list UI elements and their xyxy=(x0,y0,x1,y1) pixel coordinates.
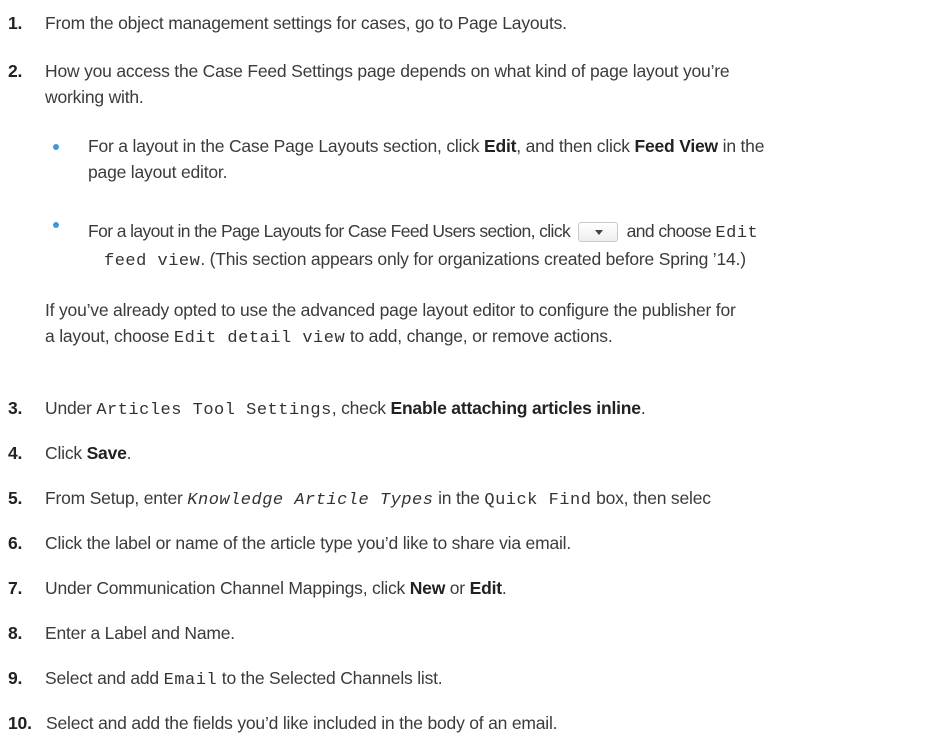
note-line-1: If you’ve already opted to use the advan… xyxy=(45,300,736,320)
note-line-2: a layout, choose Edit detail view to add… xyxy=(45,326,613,348)
edit-label: Edit xyxy=(484,136,517,156)
bullet-2-line2: feed view. (This section appears only fo… xyxy=(104,249,746,271)
step-number: 9. xyxy=(8,668,23,688)
dropdown-menu-button[interactable] xyxy=(578,222,619,243)
step-number: 1. xyxy=(8,13,23,33)
bullet-dot xyxy=(53,222,59,228)
step-number: 3. xyxy=(8,398,23,418)
feed-view-label: Feed View xyxy=(634,136,718,156)
chevron-down-icon xyxy=(595,230,604,236)
step-number: 8. xyxy=(8,623,23,643)
step-10: 10. Select and add the fields you’d like … xyxy=(8,711,950,736)
step-number: 2. xyxy=(8,61,23,81)
step-7: 7. Under Communication Channel Mappings, … xyxy=(8,576,950,601)
step-9: 9. Select and add Email to the Selected C… xyxy=(8,668,443,690)
step-text: From the object management settings for … xyxy=(45,13,567,33)
step-number: 5. xyxy=(8,488,23,508)
step-number: 4. xyxy=(8,443,23,463)
step-2-continuation: working with. xyxy=(45,87,144,107)
step-4: 4. Click Save. xyxy=(8,441,950,466)
step-2: 2. How you access the Case Feed Settings … xyxy=(8,59,950,84)
step-3: 3. Under Articles Tool Settings, check En… xyxy=(8,398,646,420)
bullet-dot xyxy=(53,144,59,150)
bullet-1-line2: page layout editor. xyxy=(88,162,228,182)
step-text: How you access the Case Feed Settings pa… xyxy=(45,61,730,81)
step-number: 6. xyxy=(8,533,23,553)
step-8: 8. Enter a Label and Name. xyxy=(8,621,950,646)
step-1: 1. From the object management settings fo… xyxy=(8,11,950,36)
step-5: 5. From Setup, enter Knowledge Article Ty… xyxy=(8,488,711,510)
step-6: 6. Click the label or name of the article… xyxy=(8,531,950,556)
document-page: 1. From the object management settings fo… xyxy=(0,0,950,747)
step-number: 7. xyxy=(8,578,23,598)
step-number: 10. xyxy=(8,713,32,733)
